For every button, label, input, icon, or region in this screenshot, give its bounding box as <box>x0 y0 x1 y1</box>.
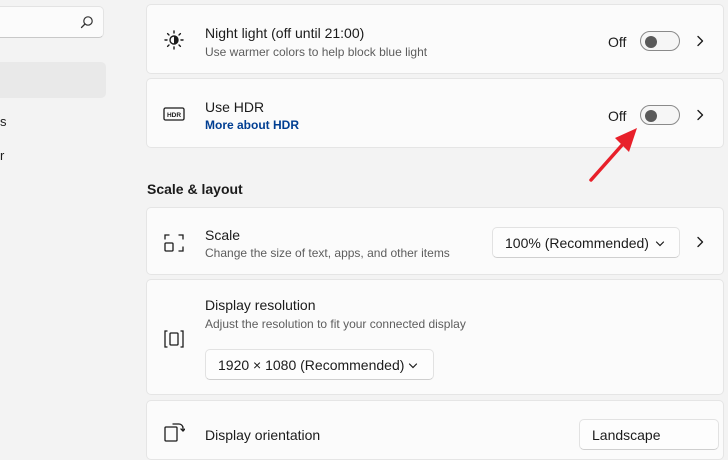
search-icon[interactable] <box>80 15 94 29</box>
scale-card[interactable]: Scale Change the size of text, apps, and… <box>146 207 724 275</box>
scale-title: Scale <box>205 227 241 243</box>
sidebar-item-label[interactable]: r <box>0 148 4 163</box>
toggle-knob <box>645 36 657 48</box>
sidebar-item-selected[interactable] <box>0 62 106 98</box>
orientation-icon <box>164 423 185 442</box>
brightness-icon <box>164 30 184 50</box>
scale-icon <box>164 234 184 252</box>
resolution-dropdown-value: 1920 × 1080 (Recommended) <box>218 357 405 373</box>
display-resolution-card: Display resolution Adjust the resolution… <box>146 279 724 395</box>
hdr-toggle[interactable] <box>640 105 680 125</box>
sidebar: s r <box>0 0 120 438</box>
night-light-subtitle: Use warmer colors to help block blue lig… <box>205 45 428 59</box>
chevron-right-icon[interactable] <box>694 35 706 47</box>
scale-subtitle: Change the size of text, apps, and other… <box>205 246 450 260</box>
search-box[interactable] <box>0 6 104 38</box>
resolution-subtitle: Adjust the resolution to fit your connec… <box>205 317 466 331</box>
night-light-title: Night light (off until 21:00) <box>205 25 365 41</box>
hdr-title: Use HDR <box>205 99 265 115</box>
resolution-dropdown[interactable]: 1920 × 1080 (Recommended) <box>205 349 434 380</box>
more-about-hdr-link[interactable]: More about HDR <box>205 118 299 132</box>
resolution-icon <box>164 330 184 348</box>
night-light-toggle[interactable] <box>640 31 680 51</box>
night-light-state: Off <box>608 34 627 50</box>
hdr-icon-text: HDR <box>167 112 181 119</box>
scale-layout-heading: Scale & layout <box>147 181 243 197</box>
night-light-card[interactable]: Night light (off until 21:00) Use warmer… <box>146 4 724 74</box>
hdr-state: Off <box>608 108 627 124</box>
orientation-title: Display orientation <box>205 427 321 443</box>
scale-dropdown-value: 100% (Recommended) <box>505 235 649 251</box>
hdr-icon: HDR <box>163 107 185 121</box>
orientation-dropdown[interactable]: Landscape <box>579 419 719 450</box>
orientation-dropdown-value: Landscape <box>592 427 661 443</box>
resolution-title: Display resolution <box>205 297 316 313</box>
annotation-arrow <box>589 128 637 182</box>
sidebar-item-label[interactable]: s <box>0 114 7 129</box>
toggle-knob <box>645 110 657 122</box>
display-orientation-card[interactable]: Display orientation Landscape <box>146 400 724 460</box>
chevron-down-icon <box>408 363 418 369</box>
chevron-right-icon[interactable] <box>694 109 706 121</box>
scale-dropdown[interactable]: 100% (Recommended) <box>492 227 680 258</box>
chevron-right-icon[interactable] <box>694 236 706 248</box>
chevron-down-icon <box>655 241 665 247</box>
